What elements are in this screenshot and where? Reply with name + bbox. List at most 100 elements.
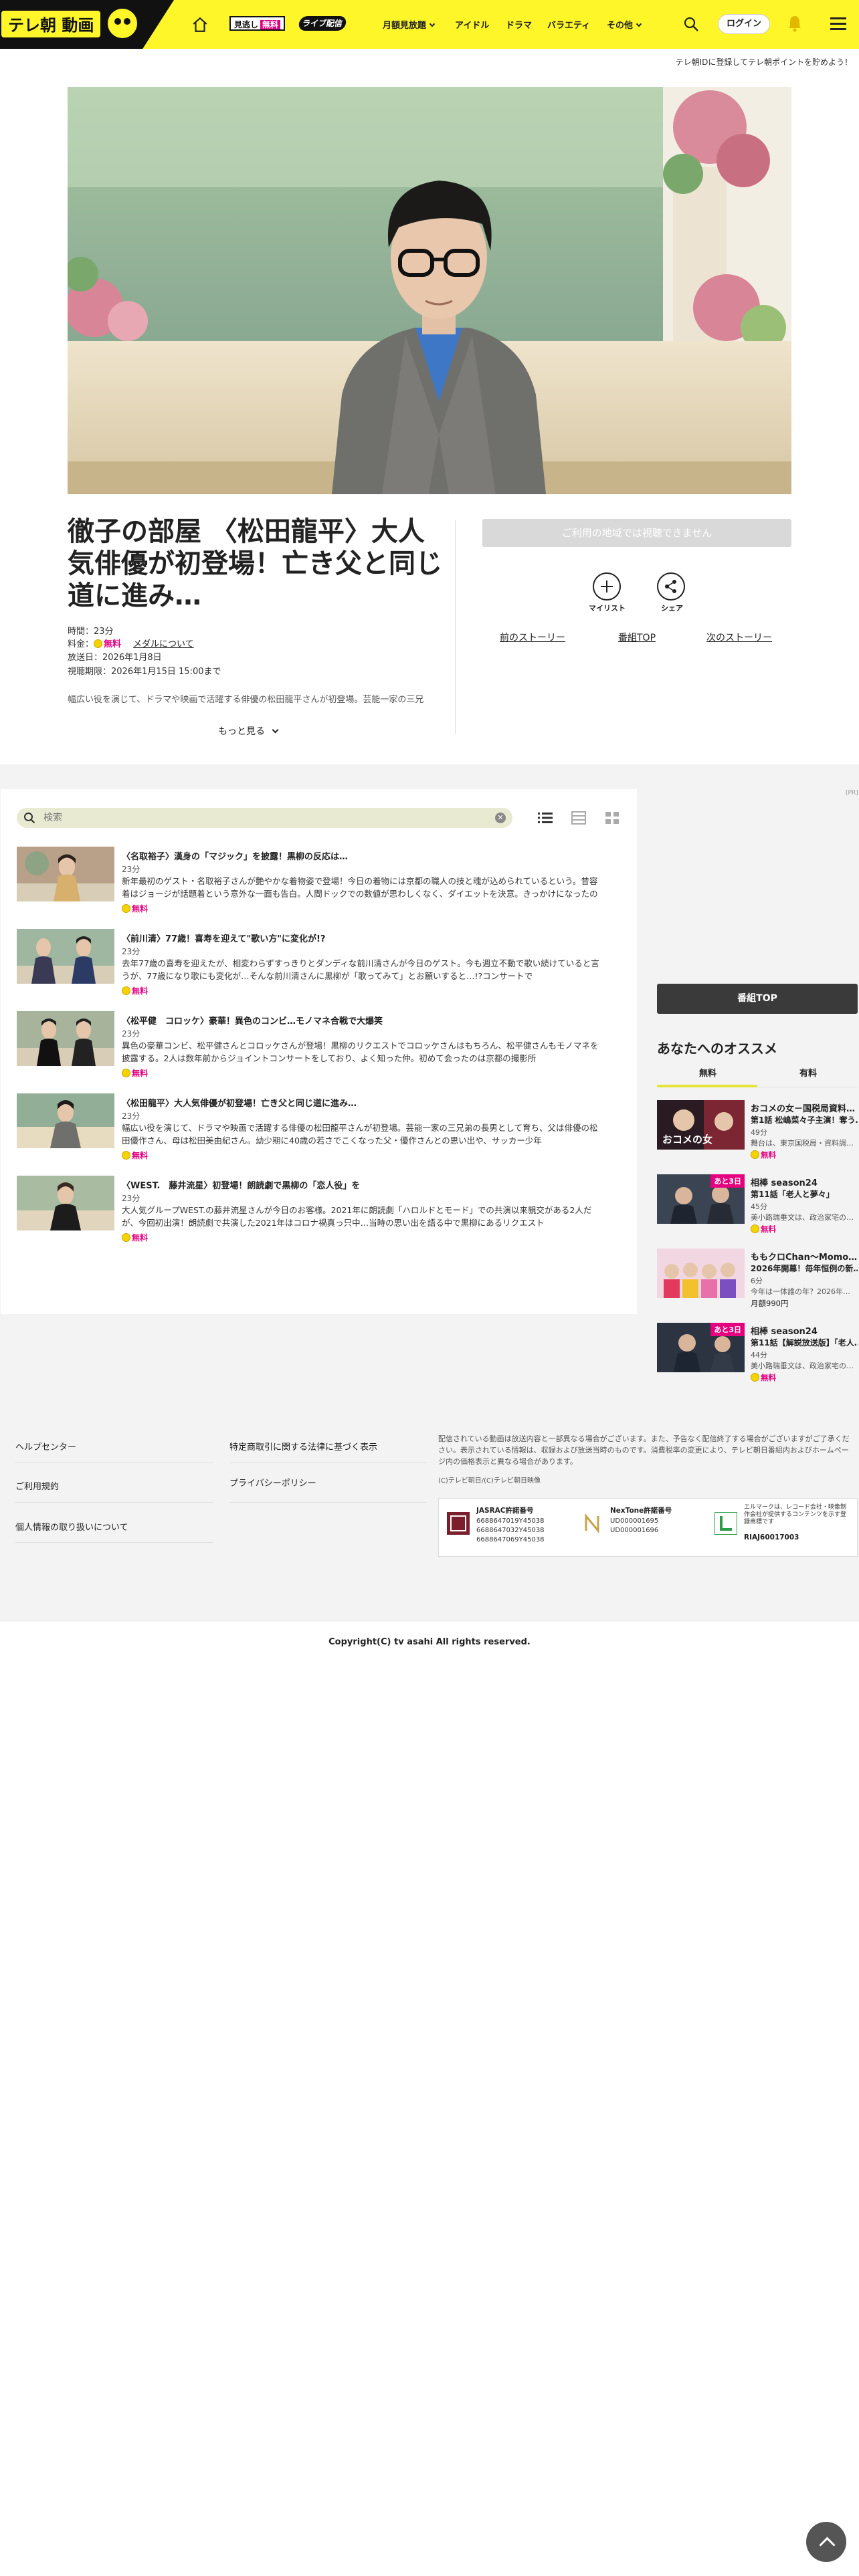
- studio-photo: [68, 87, 791, 494]
- footer-personal-info-link[interactable]: 個人情報の取り扱いについて: [15, 1520, 128, 1533]
- nextone-numbers: UD000001695 UD000001696: [610, 1517, 659, 1534]
- nav-catchup-free[interactable]: 見逃し 無料: [229, 16, 286, 31]
- episode-title[interactable]: 〈WEST. 藤井流星〉初登場！朗読劇で黒柳の「恋人役」を: [122, 1178, 360, 1191]
- search-input[interactable]: [43, 811, 478, 825]
- divider: [15, 1542, 213, 1543]
- search-icon[interactable]: [683, 16, 699, 32]
- medal-info-link[interactable]: メダルについて: [133, 639, 194, 649]
- recommend-item[interactable]: あと3日 相棒 season24 第11話【解説放送版】「老人… 44分 美小路…: [657, 1323, 858, 1383]
- share-label: シェア: [661, 604, 683, 613]
- price-label: 無料: [132, 1151, 149, 1160]
- episode-item[interactable]: 〈名取裕子〉漢身の「マジック」を披露！黒柳の反応は… 23分 新年最初のゲスト・…: [17, 847, 626, 914]
- recommend-title[interactable]: 相棒 season24: [751, 1176, 858, 1188]
- coin-icon: [122, 986, 130, 995]
- program-top-link[interactable]: 番組TOP: [618, 631, 656, 644]
- nav-idol[interactable]: アイドル: [455, 18, 489, 31]
- menu-icon[interactable]: [830, 17, 846, 31]
- episode-price: 無料: [122, 1150, 148, 1161]
- show-more-button[interactable]: もっと見る: [218, 724, 279, 738]
- episode-item[interactable]: 〈松田龍平〉大人気俳優が初登場！亡き父と同じ道に進み… 23分 幅広い役を演じて…: [17, 1093, 626, 1160]
- tab-free[interactable]: 無料: [699, 1066, 717, 1079]
- list-view-icon[interactable]: [538, 811, 553, 825]
- home-icon[interactable]: [191, 16, 209, 33]
- mascot-icon: [106, 7, 139, 40]
- recommend-thumbnail[interactable]: おコメの女: [657, 1100, 745, 1150]
- nav-live[interactable]: ライブ配信: [298, 16, 347, 31]
- id-register-notice[interactable]: テレ朝IDに登録してテレ朝ポイントを貯めよう！: [676, 56, 852, 68]
- footer-notice: 配信されている動画は放送内容と一部異なる場合がございます。また、予告なく配信終了…: [438, 1434, 850, 1466]
- fee-label: 料金：: [68, 639, 94, 649]
- episode-price: 無料: [122, 1232, 148, 1243]
- mylist-button[interactable]: [593, 572, 621, 601]
- episode-title[interactable]: 〈名取裕子〉漢身の「マジック」を披露！黒柳の反応は…: [122, 849, 348, 862]
- lmark-logo-icon: [714, 1512, 737, 1535]
- footer-privacy-link[interactable]: プライバシーポリシー: [229, 1476, 316, 1489]
- recommend-thumbnail[interactable]: あと3日: [657, 1174, 745, 1224]
- bell-icon[interactable]: [787, 15, 803, 32]
- chevron-down-icon: [429, 21, 436, 27]
- episode-price: 無料: [122, 903, 148, 914]
- lmark-text: エルマークは、レコード会社・映像制作会社が提供するコンテンツを示す登録商標です: [744, 1504, 847, 1525]
- nextone-title: NexTone許諾番号: [610, 1507, 672, 1515]
- nav-catchup-label: 見逃し: [234, 20, 259, 29]
- recommend-price: 月額990円: [751, 1299, 789, 1308]
- recommend-duration: 49分: [751, 1128, 767, 1137]
- episode-item[interactable]: 〈WEST. 藤井流星〉初登場！朗読劇で黒柳の「恋人役」を 23分 大人気グルー…: [17, 1176, 626, 1243]
- episode-item[interactable]: 〈前川清〉77歳！喜寿を迎えて"歌い方"に変化が!? 23分 去年77歳の喜寿を…: [17, 929, 626, 996]
- logo-area[interactable]: テレ朝 動画: [0, 0, 174, 49]
- recommend-duration: 6分: [751, 1277, 763, 1285]
- nav-monthly[interactable]: 月額見放題: [383, 18, 436, 31]
- episode-price: 無料: [122, 985, 148, 996]
- footer-terms-link[interactable]: ご利用規約: [15, 1479, 59, 1492]
- price-label: 無料: [761, 1150, 776, 1160]
- price-label: 無料: [761, 1373, 776, 1382]
- program-fee: 料金： 無料 メダルについて: [68, 637, 194, 649]
- episode-thumbnail[interactable]: [17, 847, 114, 901]
- scroll-to-top-button[interactable]: [806, 2522, 846, 2562]
- jasrac-logo-icon: [447, 1512, 470, 1535]
- episode-thumbnail[interactable]: [17, 1011, 114, 1066]
- footer-commerce-law-link[interactable]: 特定商取引に関する法律に基づく表示: [229, 1440, 377, 1453]
- episode-thumbnail[interactable]: [17, 1093, 114, 1148]
- coin-icon: [122, 1151, 130, 1160]
- recommend-subtitle: 第11話「老人と夢々」: [751, 1190, 834, 1199]
- episode-thumbnail[interactable]: [17, 1176, 114, 1230]
- episode-title[interactable]: 〈松平健 コロッケ〉豪華！異色のコンビ…モノマネ合戦で大爆笑: [122, 1014, 383, 1027]
- nav-drama[interactable]: ドラマ: [506, 18, 532, 31]
- recommend-title[interactable]: おコメの女－国税局資料…: [751, 1101, 858, 1114]
- region-unavailable-button[interactable]: ご利用の地域では視聴できません: [482, 519, 791, 547]
- episode-item[interactable]: 〈松平健 コロッケ〉豪華！異色のコンビ…モノマネ合戦で大爆笑 23分 異色の豪華…: [17, 1011, 626, 1078]
- recommend-title[interactable]: ももクロChan～Momo…: [751, 1250, 858, 1263]
- recommend-subtitle: 第11話【解説放送版】「老人…: [751, 1338, 858, 1348]
- login-button[interactable]: ログイン: [718, 14, 770, 34]
- nav-other[interactable]: その他: [607, 18, 642, 31]
- episode-thumbnail[interactable]: [17, 929, 114, 984]
- footer-help-link[interactable]: ヘルプセンター: [15, 1440, 76, 1453]
- episode-title[interactable]: 〈前川清〉77歳！喜寿を迎えて"歌い方"に変化が!?: [122, 932, 325, 944]
- recommend-thumbnail[interactable]: あと3日: [657, 1323, 745, 1372]
- episode-duration: 23分: [122, 865, 140, 874]
- recommend-item[interactable]: あと3日 相棒 season24 第11話「老人と夢々」 45分 美小路瑞垂文は…: [657, 1174, 858, 1235]
- site-logo: テレ朝 動画: [0, 9, 102, 39]
- nav-variety[interactable]: バラエティ: [547, 18, 590, 31]
- air-date: 放送日：2026年1月8日: [68, 653, 162, 663]
- coin-icon: [751, 1150, 759, 1159]
- clear-icon[interactable]: ✕: [495, 813, 506, 823]
- tab-paid[interactable]: 有料: [799, 1066, 817, 1079]
- episode-title[interactable]: 〈松田龍平〉大人気俳優が初登場！亡き父と同じ道に進み…: [122, 1096, 357, 1109]
- episode-description: 異色の豪華コンビ、松平健さんとコロッケさんが登場！黒柳のリクエストでコロッケさん…: [122, 1041, 599, 1063]
- prev-story-link[interactable]: 前のストーリー: [500, 631, 565, 644]
- program-duration: 時間：23分: [68, 627, 114, 637]
- active-tab-indicator: [657, 1085, 757, 1087]
- next-story-link[interactable]: 次のストーリー: [706, 631, 772, 644]
- grid-view-icon[interactable]: [605, 811, 619, 825]
- program-top-button[interactable]: 番組TOP: [657, 984, 858, 1014]
- share-button[interactable]: [657, 572, 685, 601]
- recommend-thumbnail[interactable]: [657, 1249, 745, 1298]
- coin-icon: [122, 904, 130, 913]
- recommend-item[interactable]: おコメの女 おコメの女－国税局資料… 第1話 松嶋菜々子主演！奪う… 49分 舞…: [657, 1100, 858, 1160]
- divider: [455, 520, 456, 734]
- recommend-item[interactable]: ももクロChan～Momo… 2026年開幕！毎年恒例の新… 6分 今年は一体誰…: [657, 1249, 858, 1309]
- detail-view-icon[interactable]: [571, 811, 586, 825]
- recommend-title[interactable]: 相棒 season24: [751, 1324, 858, 1337]
